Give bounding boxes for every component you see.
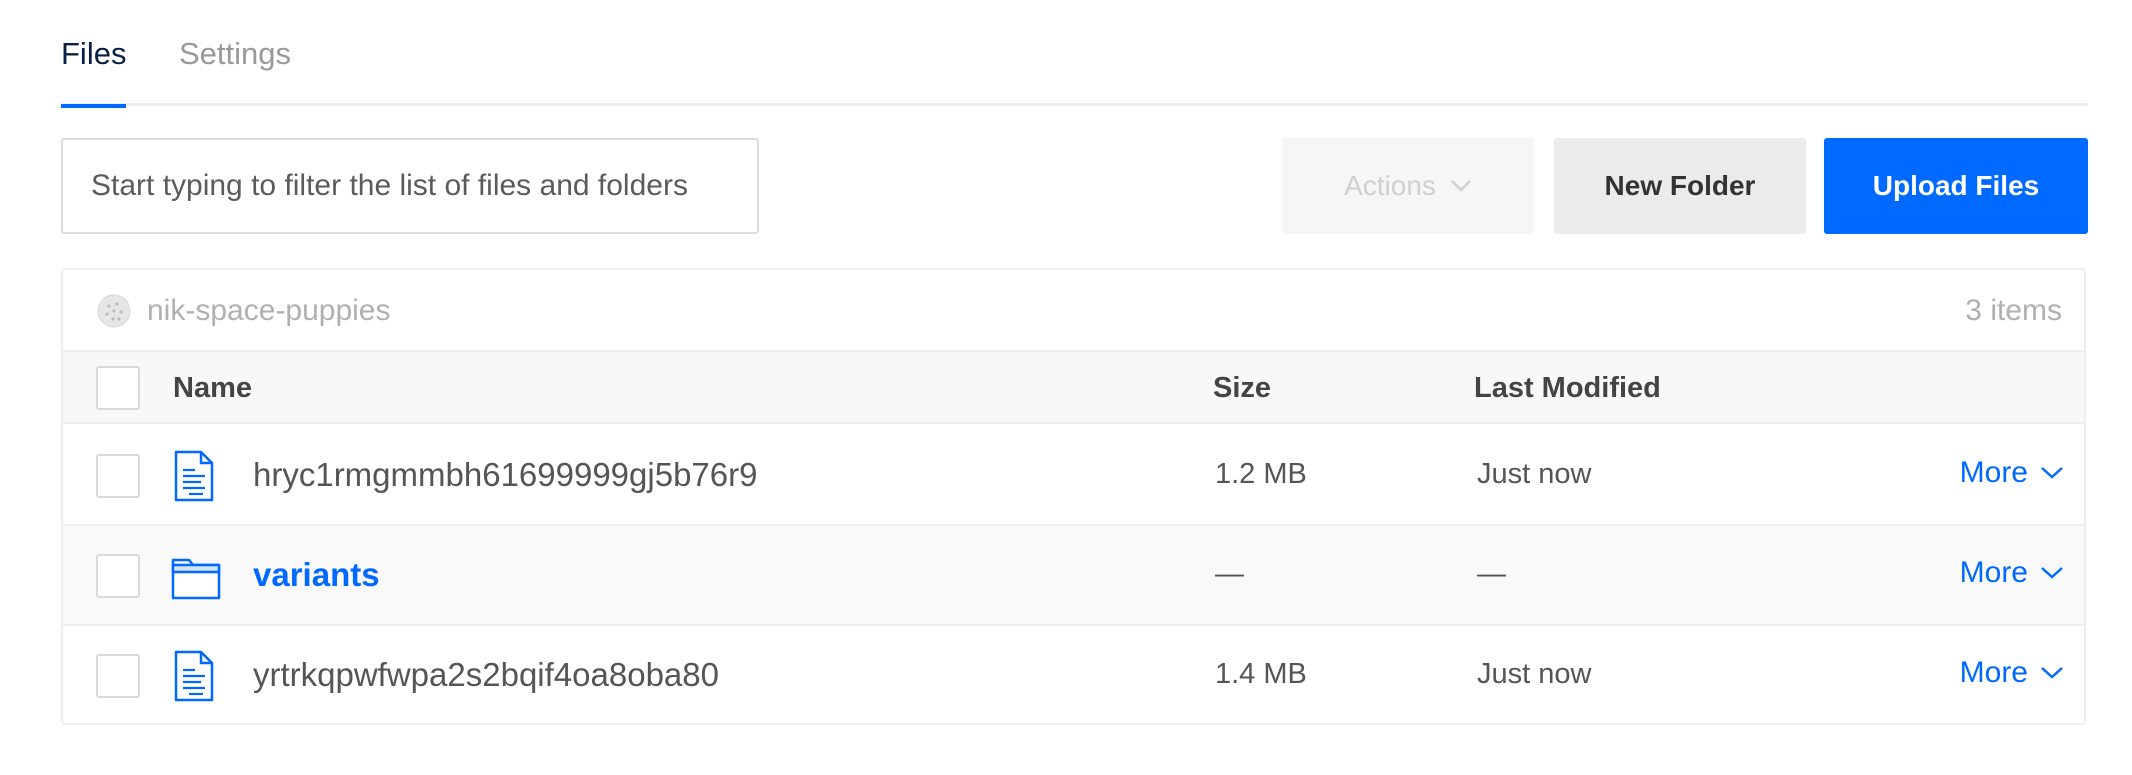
more-label: More [1959, 656, 2028, 689]
actions-button[interactable]: Actions [1282, 138, 1534, 234]
actions-button-label: Actions [1344, 170, 1436, 201]
row-checkbox[interactable] [96, 654, 140, 698]
column-header-last-modified[interactable]: Last Modified [1474, 372, 1661, 405]
chevron-down-icon [2041, 467, 2063, 479]
new-folder-button[interactable]: New Folder [1554, 138, 1806, 234]
item-count: 3 items [1965, 294, 2062, 327]
filter-input[interactable] [61, 138, 759, 234]
column-header-size[interactable]: Size [1213, 372, 1271, 405]
file-size: — [1215, 558, 1244, 590]
file-modified: Just now [1477, 658, 1592, 690]
chevron-down-icon [2041, 667, 2063, 679]
bucket-name: nik-space-puppies [147, 294, 391, 327]
folder-name-link[interactable]: variants [253, 556, 380, 594]
more-menu-button[interactable]: More [1960, 656, 2064, 690]
more-label: More [1959, 456, 2028, 489]
file-name[interactable]: yrtrkqpwfwpa2s2bqif4oa8oba80 [253, 656, 719, 694]
more-menu-button[interactable]: More [1960, 456, 2064, 490]
table-row: hryc1rmgmmbh61699999gj5b76r9 1.2 MB Just… [63, 426, 2084, 526]
table-row: variants — — More [63, 526, 2084, 626]
more-menu-button[interactable]: More [1960, 556, 2064, 590]
column-header-name[interactable]: Name [173, 372, 252, 405]
file-modified: Just now [1477, 458, 1592, 490]
upload-files-button[interactable]: Upload Files [1824, 138, 2088, 234]
file-icon [174, 650, 214, 702]
file-list-panel: nik-space-puppies 3 items Name Size Last… [61, 268, 2086, 725]
tab-files[interactable]: Files [61, 36, 127, 108]
file-name[interactable]: hryc1rmgmmbh61699999gj5b76r9 [253, 456, 757, 494]
tab-bar: Files Settings [61, 0, 2088, 108]
bucket-icon [97, 294, 131, 328]
chevron-down-icon [1451, 180, 1471, 192]
file-icon [174, 450, 214, 502]
table-row: yrtrkqpwfwpa2s2bqif4oa8oba80 1.4 MB Just… [63, 626, 2084, 723]
bucket-bar: nik-space-puppies 3 items [63, 270, 2084, 352]
select-all-checkbox[interactable] [96, 366, 140, 410]
row-checkbox[interactable] [96, 454, 140, 498]
spaces-file-browser: Files Settings Actions New Folder Upload… [0, 0, 2132, 775]
row-checkbox[interactable] [96, 554, 140, 598]
more-label: More [1959, 556, 2028, 589]
chevron-down-icon [2041, 567, 2063, 579]
tab-settings[interactable]: Settings [179, 36, 291, 72]
file-modified: — [1477, 558, 1506, 590]
file-size: 1.2 MB [1215, 458, 1307, 490]
file-size: 1.4 MB [1215, 658, 1307, 690]
folder-icon [171, 558, 221, 600]
table-header: Name Size Last Modified [63, 352, 2084, 424]
